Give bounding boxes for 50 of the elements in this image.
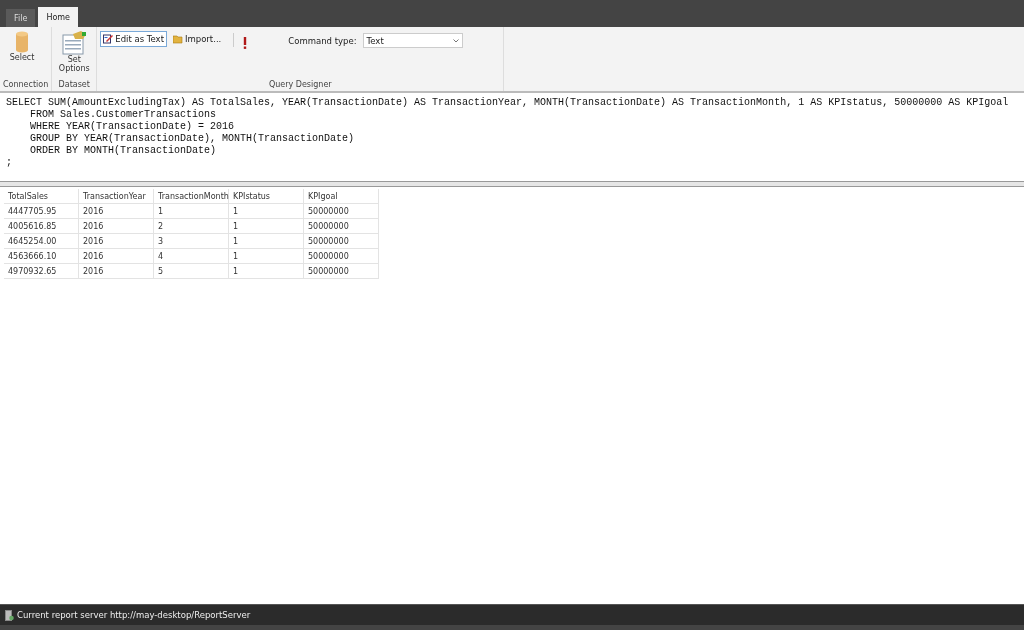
field-label: Command type: [288, 35, 357, 46]
table-cell: 1 [229, 234, 304, 249]
table-cell: 1 [229, 219, 304, 234]
table-cell: 1 [229, 204, 304, 219]
table-cell: 4005616.85 [4, 219, 79, 234]
query-editor[interactable]: SELECT SUM(AmountExcludingTax) AS TotalSales, YEAR(TransactionDate) AS TransactionYear, MONTH(TransactionDate) AS TransactionMonth, 1 AS KPIstatus, 50000000 AS KPIgoal FROM Sales.CustomerTransactions WHERE YEAR(TransactionDate) = 2016 GROUP BY YEAR(TransactionDate), MONTH(TransactionDate) ORDER BY MONTH(TransactionDate) ; [0, 93, 1024, 181]
status-text: Current report server http://may-desktop/ReportServer [17, 610, 251, 620]
cylinder-icon [15, 31, 29, 53]
table-cell: 4563666.10 [4, 249, 79, 264]
table-cell: 2016 [79, 264, 154, 279]
ribbon-tab[interactable]: Home [38, 7, 78, 27]
table-cell: 4970932.65 [4, 264, 79, 279]
group-label: Query Designer [267, 80, 333, 91]
table-cell: 50000000 [304, 264, 379, 279]
table-cell: 4 [154, 249, 229, 264]
server-icon [5, 609, 14, 621]
column-header: TotalSales [4, 189, 79, 204]
caret-icon [452, 38, 459, 43]
table-cell: 2 [154, 219, 229, 234]
table-cell: 50000000 [304, 249, 379, 264]
exclamation-icon[interactable] [243, 37, 248, 49]
column-header: TransactionYear [79, 189, 154, 204]
table-cell: 1 [229, 264, 304, 279]
ribbon-button[interactable]: Select [3, 29, 41, 64]
group-label: Connection [3, 80, 49, 91]
ribbon-tab[interactable]: File [6, 9, 36, 27]
column-header: KPIgoal [304, 189, 379, 204]
ribbon-button[interactable]: Edit as Text [100, 31, 167, 47]
ribbon-button[interactable]: Set Options [55, 29, 94, 75]
folder-icon [172, 34, 183, 44]
table-cell: 5 [154, 264, 229, 279]
table-cell: 1 [229, 249, 304, 264]
table-cell: 3 [154, 234, 229, 249]
table-cell: 2016 [79, 234, 154, 249]
command-type-dropdown[interactable]: Text [362, 33, 463, 48]
table-cell: 4447705.95 [4, 204, 79, 219]
ribbon-button[interactable]: Import... [169, 31, 225, 47]
table-cell: 50000000 [304, 234, 379, 249]
table-cell: 2016 [79, 219, 154, 234]
table-cell: 50000000 [304, 219, 379, 234]
document-icon [61, 31, 88, 55]
table-cell: 2016 [79, 249, 154, 264]
table-cell: 2016 [79, 204, 154, 219]
group-label: Dataset [57, 80, 91, 91]
column-header: TransactionMonth [154, 189, 229, 204]
table-cell: 50000000 [304, 204, 379, 219]
table-cell: 4645254.00 [4, 234, 79, 249]
pencil-document-icon [103, 34, 114, 44]
table-cell: 1 [154, 204, 229, 219]
column-header: KPIstatus [229, 189, 304, 204]
